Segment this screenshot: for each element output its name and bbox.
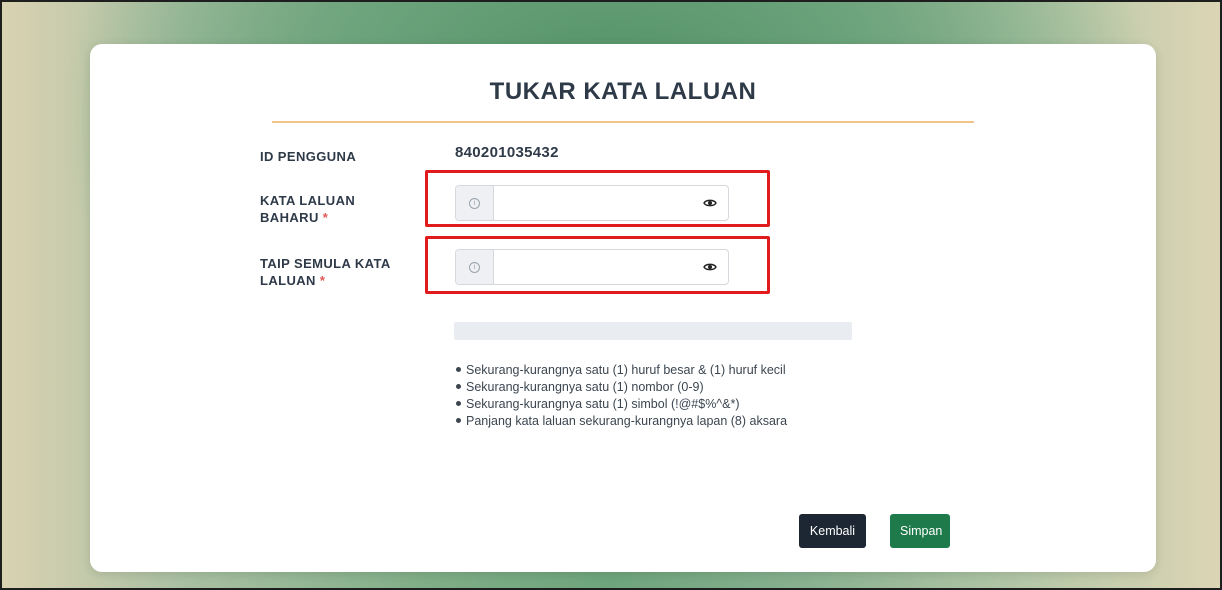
new-password-label-line2: BAHARU [260,210,319,225]
bullet-icon [456,418,461,424]
eye-icon[interactable] [692,186,728,220]
confirm-password-input[interactable] [494,250,692,284]
required-mark: * [322,210,329,225]
confirm-password-input-group: i [455,249,729,285]
rule-text: Panjang kata laluan sekurang-kurangnya l… [466,414,788,428]
confirm-password-info-addon: i [456,250,494,284]
user-id-value: 840201035432 [455,144,559,161]
password-strength-bar [454,322,852,340]
info-circle-icon: i [469,197,480,209]
bullet-icon [456,384,461,390]
confirm-password-label: TAIP SEMULA KATA LALUAN * [260,255,391,289]
user-id-label: ID PENGGUNA [260,149,357,164]
required-mark: * [319,273,326,288]
rule-text: Sekurang-kurangnya satu (1) huruf besar … [466,363,786,377]
new-password-input[interactable] [494,186,692,220]
new-password-info-addon: i [456,186,494,220]
list-item: Sekurang-kurangnya satu (1) simbol (!@#$… [454,396,844,413]
bullet-icon [456,367,461,373]
page-title: TUKAR KATA LALUAN [489,78,757,105]
info-circle-icon: i [469,261,480,273]
eye-icon[interactable] [692,250,728,284]
list-item: Panjang kata laluan sekurang-kurangnya l… [454,413,844,430]
list-item: Sekurang-kurangnya satu (1) nombor (0-9) [454,379,844,396]
bullet-icon [456,401,461,407]
rule-text: Sekurang-kurangnya satu (1) nombor (0-9) [466,380,704,394]
new-password-input-group: i [455,185,729,221]
title-divider [272,121,974,123]
password-rules-list: Sekurang-kurangnya satu (1) huruf besar … [454,362,844,430]
confirm-password-label-line2: LALUAN [260,273,316,288]
change-password-card: TUKAR KATA LALUAN ID PENGGUNA 8402010354… [90,44,1156,572]
rule-text: Sekurang-kurangnya satu (1) simbol (!@#$… [466,397,740,411]
save-button[interactable]: Simpan [890,514,950,548]
list-item: Sekurang-kurangnya satu (1) huruf besar … [454,362,844,379]
confirm-password-label-line1: TAIP SEMULA KATA [260,256,391,271]
new-password-label: KATA LALUAN BAHARU * [260,192,355,226]
background-frame: TUKAR KATA LALUAN ID PENGGUNA 8402010354… [0,0,1222,590]
new-password-label-line1: KATA LALUAN [260,193,356,208]
back-button[interactable]: Kembali [799,514,866,548]
